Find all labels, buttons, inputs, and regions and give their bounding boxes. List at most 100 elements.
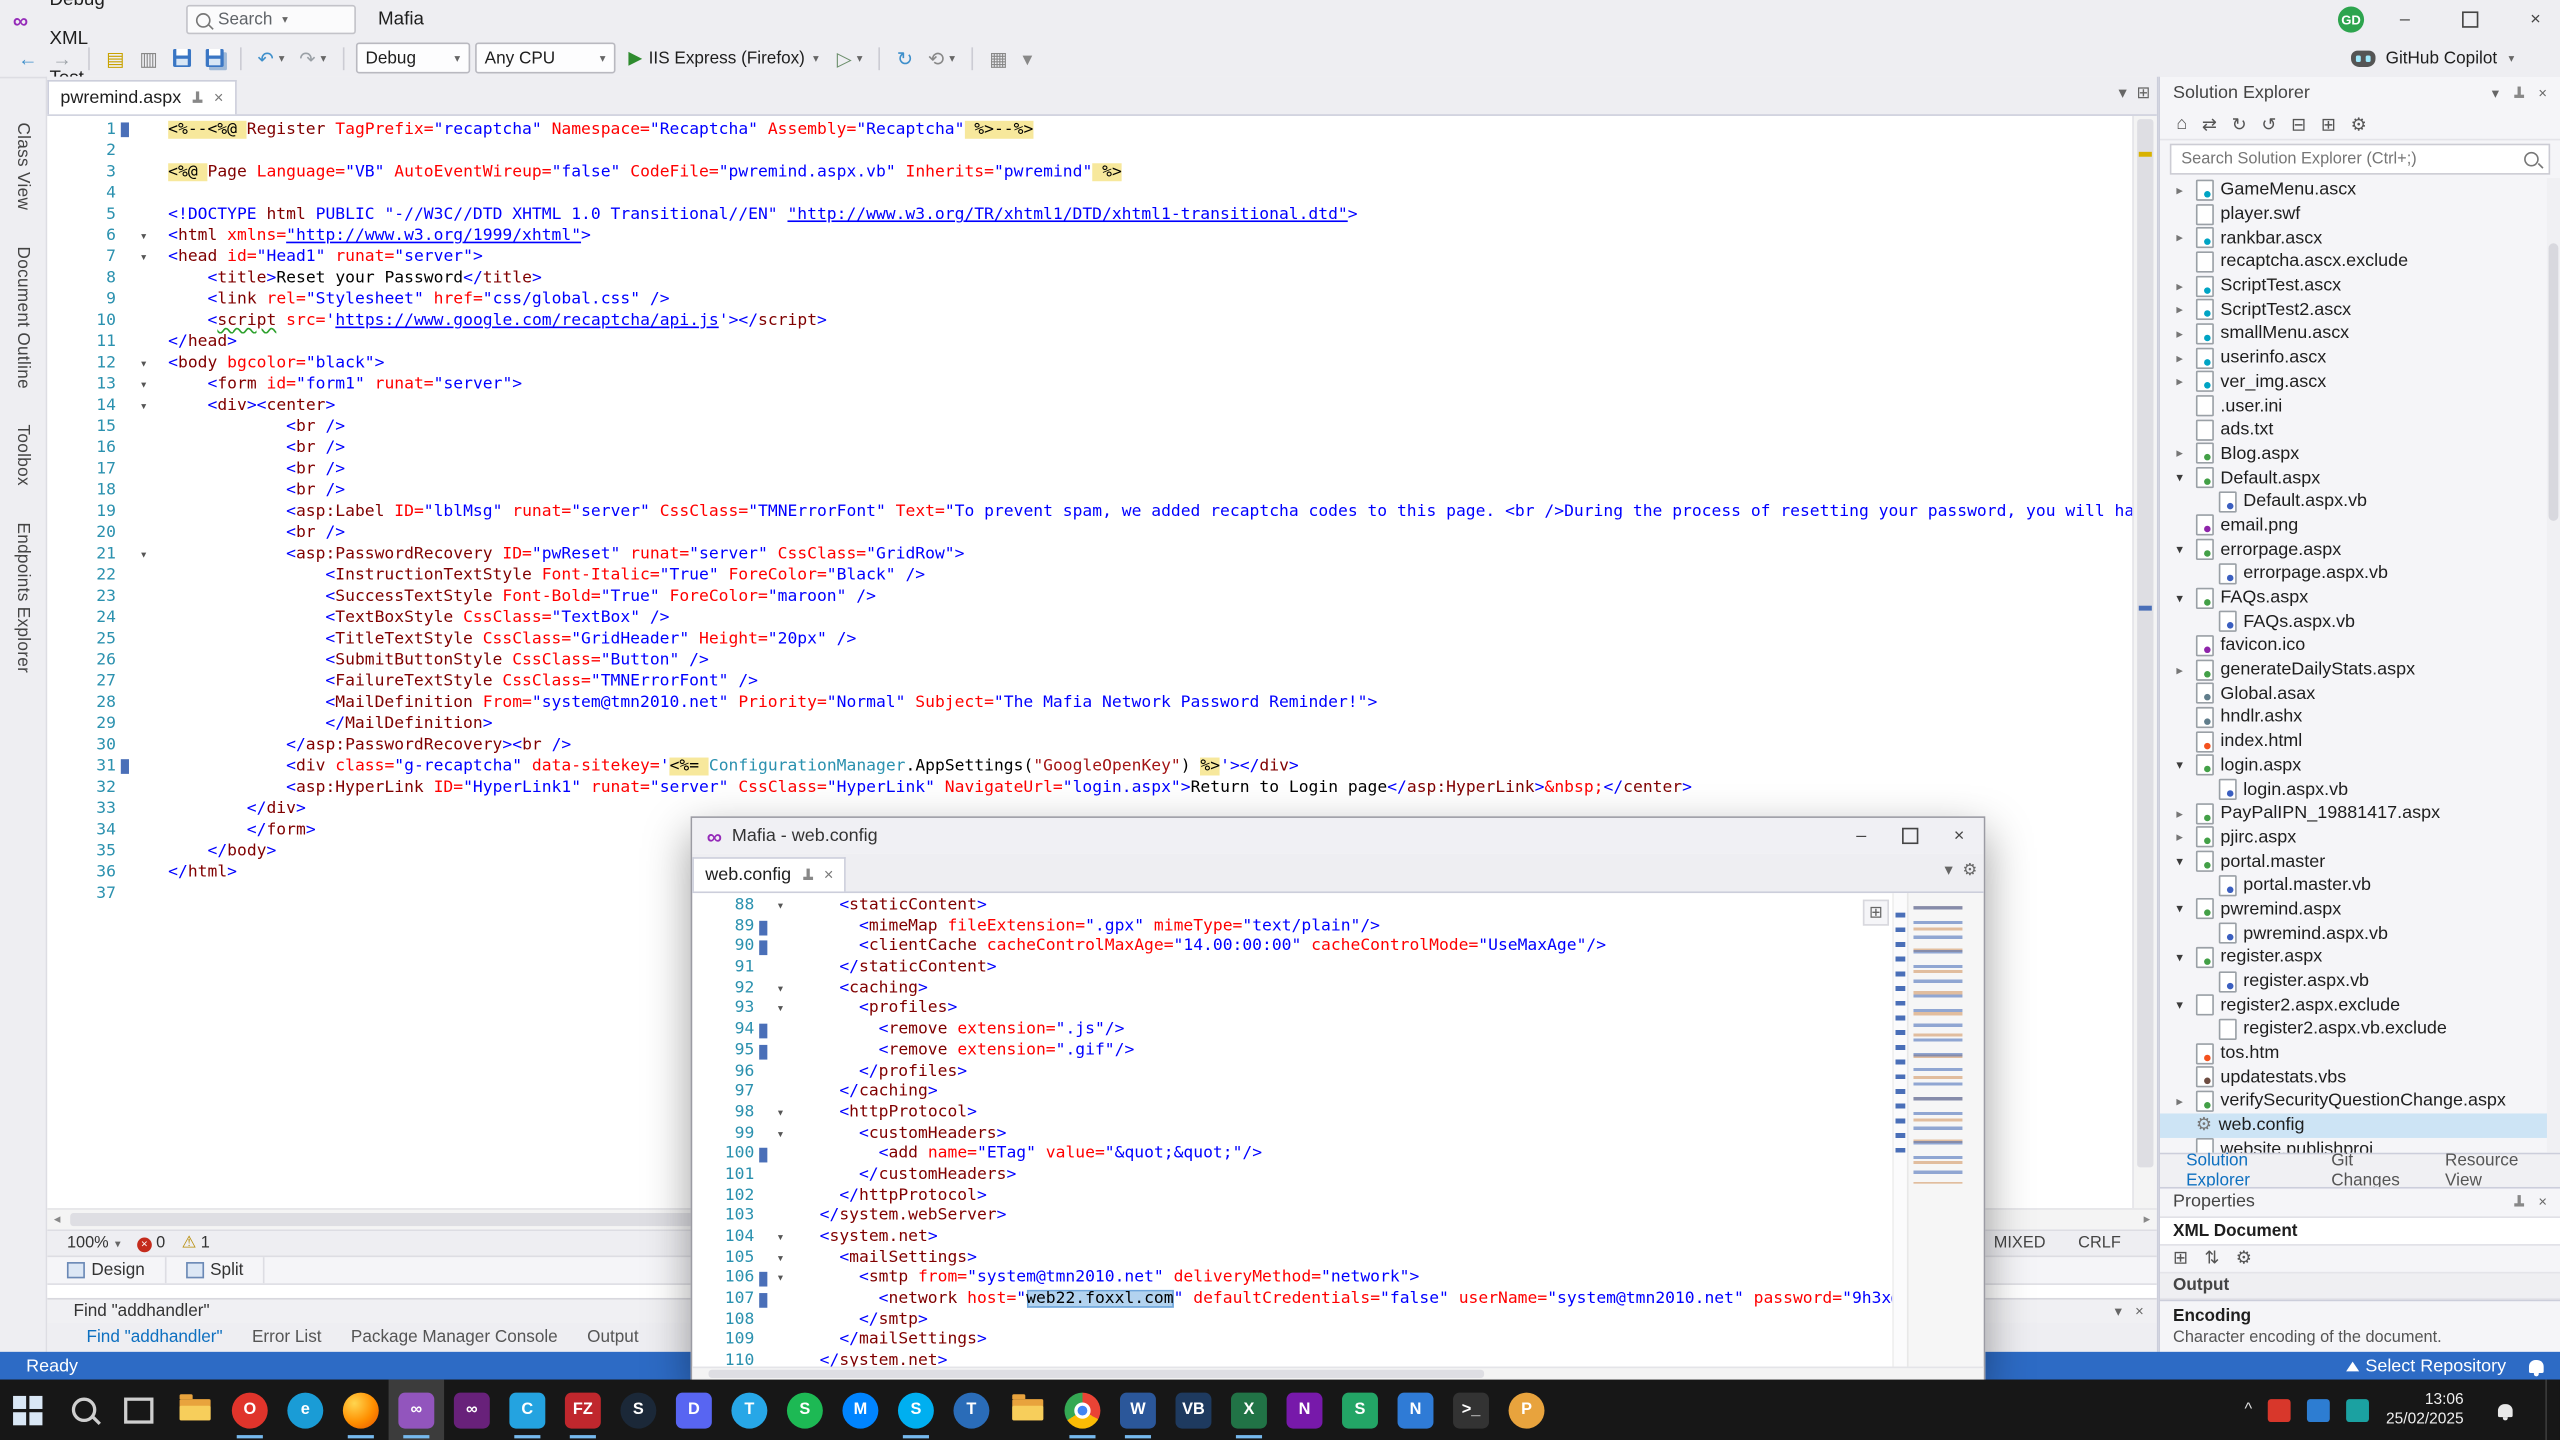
code-text[interactable]: <system.net> (790, 1228, 937, 1249)
panel-tab-package-manager-console[interactable]: Package Manager Console (338, 1327, 571, 1347)
chevron-expanded-icon[interactable]: ▾ (2176, 950, 2196, 965)
breakpoint-margin[interactable] (47, 692, 73, 713)
chevron-down-icon[interactable]: ▾ (949, 51, 955, 64)
code-text[interactable]: <mailSettings> (790, 1248, 977, 1269)
fold-arrow-icon[interactable] (771, 1269, 791, 1290)
breakpoint-margin[interactable] (692, 1166, 712, 1187)
code-text[interactable]: <FailureTextStyle CssClass="TMNErrorFont… (155, 671, 758, 692)
tree-item-scripttest-ascx[interactable]: ▸ScriptTest.ascx (2160, 274, 2560, 298)
tree-item-verifysecurityquestionchange-aspx[interactable]: ▸verifySecurityQuestionChange.aspx (2160, 1089, 2560, 1113)
panel-tab-git-changes[interactable]: Git Changes (2318, 1151, 2429, 1190)
warning-count[interactable]: ⚠ 1 (182, 1234, 210, 1252)
tree-item-register-aspx-vb[interactable]: register.aspx.vb (2160, 969, 2560, 993)
chevron-collapsed-icon[interactable]: ▸ (2176, 279, 2196, 294)
code-text[interactable]: </caching> (790, 1083, 937, 1104)
breakpoint-margin[interactable] (47, 544, 73, 565)
breakpoint-margin[interactable] (47, 501, 73, 522)
breakpoint-margin[interactable] (47, 204, 73, 225)
breakpoint-margin[interactable] (692, 1186, 712, 1207)
breakpoint-margin[interactable] (47, 438, 73, 459)
webconfig-title-bar[interactable]: ∞ Mafia - web.config – × (692, 818, 1983, 854)
error-count[interactable]: × 0 (137, 1234, 165, 1252)
chevron-collapsed-icon[interactable]: ▸ (2176, 374, 2196, 389)
minimize-button[interactable]: – (1837, 816, 1886, 855)
taskbar-search-icon[interactable] (56, 1380, 112, 1440)
design-view-button[interactable]: Design (47, 1257, 166, 1283)
chevron-collapsed-icon[interactable]: ▸ (2176, 662, 2196, 677)
tool-tab-endpoints-explorer[interactable]: Endpoints Explorer (13, 522, 33, 673)
github-copilot-button[interactable]: GitHub Copilot ▾ (2351, 48, 2514, 68)
breakpoint-margin[interactable] (692, 896, 712, 917)
redo-button[interactable]: ↷▾ (294, 42, 331, 75)
file-explorer-icon[interactable] (167, 1380, 223, 1440)
code-text[interactable]: <network host="web22.foxxl.com" defaultC… (790, 1290, 1892, 1311)
breakpoint-margin[interactable] (47, 820, 73, 841)
breakpoint-margin[interactable] (47, 629, 73, 650)
breakpoint-margin[interactable] (47, 777, 73, 798)
breakpoint-margin[interactable] (47, 416, 73, 437)
filezilla-icon[interactable]: FZ (555, 1380, 611, 1440)
minimize-button[interactable]: – (2380, 0, 2429, 39)
close-button[interactable]: × (1935, 816, 1984, 855)
fold-arrow-icon[interactable] (132, 353, 155, 374)
steam-icon[interactable]: S (611, 1380, 667, 1440)
tree-item-default-aspx[interactable]: ▾Default.aspx (2160, 466, 2560, 490)
word-icon[interactable]: W (1110, 1380, 1166, 1440)
fold-arrow-icon[interactable] (132, 374, 155, 395)
breakpoint-margin[interactable] (47, 353, 73, 374)
code-text[interactable]: </body> (155, 841, 276, 862)
fold-arrow-icon[interactable] (132, 225, 155, 246)
forward-button[interactable]: → (47, 42, 76, 75)
code-text[interactable]: <remove extension=".js"/> (790, 1021, 1124, 1042)
vertical-scrollbar[interactable] (2132, 116, 2156, 1208)
open-file-button[interactable]: ▥ (134, 42, 162, 75)
outline-button[interactable]: ▦ (984, 42, 1012, 75)
onenote-icon[interactable]: N (1277, 1380, 1333, 1440)
code-text[interactable]: <SuccessTextStyle Font-Bold="True" ForeC… (155, 586, 876, 607)
code-text[interactable]: <head id="Head1" runat="server"> (155, 247, 483, 268)
show-all-files-icon[interactable]: ⊞ (2321, 113, 2336, 134)
chevron-expanded-icon[interactable]: ▾ (2176, 902, 2196, 917)
code-text[interactable]: <remove extension=".gif"/> (790, 1041, 1134, 1062)
breakpoint-margin[interactable] (692, 979, 712, 1000)
code-text[interactable]: </head> (155, 331, 237, 352)
tree-item-player-swf[interactable]: player.swf (2160, 202, 2560, 226)
breakpoint-margin[interactable] (692, 1352, 712, 1366)
tree-item-hndlr-ashx[interactable]: hndlr.ashx (2160, 706, 2560, 730)
scrollbar-thumb[interactable] (2549, 243, 2559, 521)
code-text[interactable]: </system.webServer> (790, 1207, 1006, 1228)
breakpoint-margin[interactable] (47, 162, 73, 183)
chrome-icon[interactable] (1055, 1380, 1111, 1440)
code-text[interactable]: <!DOCTYPE html PUBLIC "-//W3C//DTD XHTML… (155, 204, 1357, 225)
chevron-down-icon[interactable]: ▾ (321, 51, 327, 64)
fold-arrow-icon[interactable] (771, 979, 791, 1000)
visual-studio-icon[interactable]: ∞ (389, 1380, 445, 1440)
notepad-icon[interactable]: N (1388, 1380, 1444, 1440)
breakpoint-margin[interactable] (692, 1248, 712, 1269)
run-button[interactable]: ▶ IIS Express (Firefox) ▾ (620, 42, 827, 75)
tree-item-user-ini[interactable]: .user.ini (2160, 394, 2560, 418)
paint-icon[interactable]: P (1499, 1380, 1555, 1440)
tree-item-faqs-aspx[interactable]: ▾FAQs.aspx (2160, 586, 2560, 610)
thunderbird-icon[interactable]: T (944, 1380, 1000, 1440)
breakpoint-margin[interactable] (47, 331, 73, 352)
tree-item-blog-aspx[interactable]: ▸Blog.aspx (2160, 442, 2560, 466)
scrollbar-thumb[interactable] (709, 1370, 1484, 1378)
breakpoint-margin[interactable] (47, 140, 73, 161)
tree-item-errorpage-aspx[interactable]: ▾errorpage.aspx (2160, 538, 2560, 562)
split-window-icon[interactable]: ⊞ (2137, 85, 2151, 103)
tool-tab-document-outline[interactable]: Document Outline (13, 246, 33, 388)
tree-item-paypalipn-19881417-aspx[interactable]: ▸PayPalIPN_19881417.aspx (2160, 801, 2560, 825)
code-text[interactable]: <InstructionTextStyle Font-Italic="True"… (155, 565, 925, 586)
code-text[interactable]: <%--<%@ Register TagPrefix="recaptcha" N… (155, 119, 1033, 140)
breakpoint-margin[interactable] (47, 650, 73, 671)
tree-item-recaptcha-ascx-exclude[interactable]: recaptcha.ascx.exclude (2160, 250, 2560, 274)
tree-item-ads-txt[interactable]: ads.txt (2160, 418, 2560, 442)
chevron-collapsed-icon[interactable]: ▸ (2176, 806, 2196, 821)
code-text[interactable]: <TitleTextStyle CssClass="GridHeader" He… (155, 629, 856, 650)
breakpoint-margin[interactable] (692, 958, 712, 979)
code-text[interactable]: <TextBoxStyle CssClass="TextBox" /> (155, 607, 669, 628)
excel-icon[interactable]: X (1221, 1380, 1277, 1440)
code-text[interactable]: <asp:PasswordRecovery ID="pwReset" runat… (155, 544, 964, 565)
chevron-expanded-icon[interactable]: ▾ (2176, 590, 2196, 605)
